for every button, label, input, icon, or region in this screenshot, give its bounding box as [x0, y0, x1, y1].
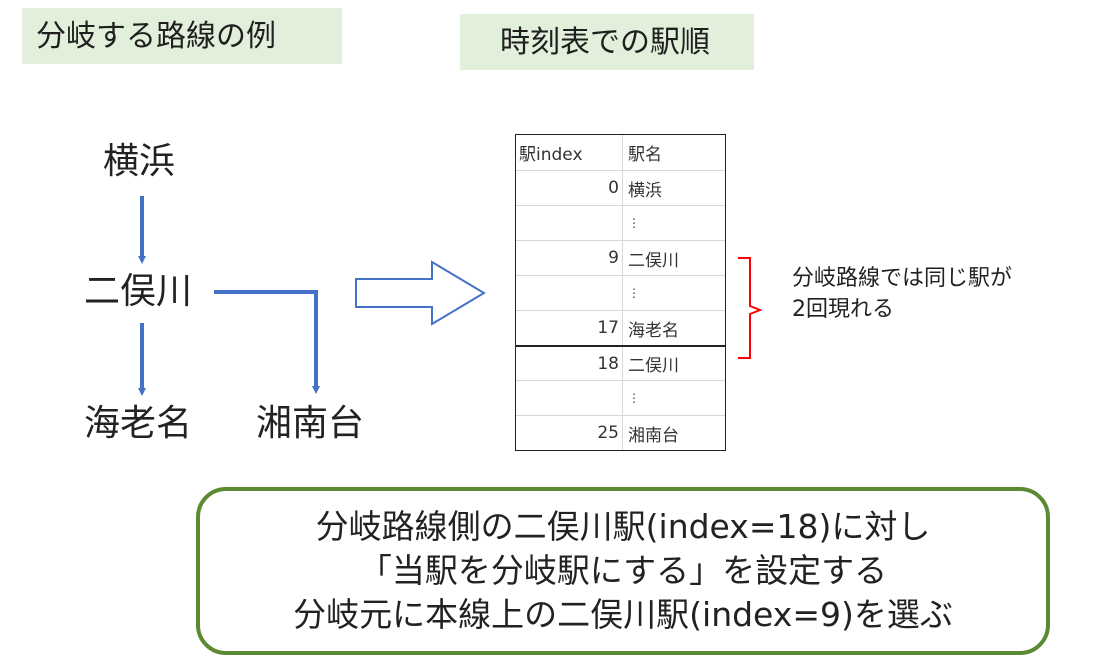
table-row: 9 二俣川 [516, 240, 725, 275]
table-row: 18 二俣川 [516, 345, 725, 380]
cell-index: 25 [516, 416, 623, 450]
instruction-line-2: 「当駅を分岐駅にする」を設定する [358, 551, 888, 591]
cell-index [516, 206, 623, 240]
cell-index: 18 [516, 347, 623, 380]
cell-name: 二俣川 [628, 356, 679, 376]
branch-line-to-shonandai [214, 290, 320, 394]
cell-name-ellipsis: ⋮ [628, 216, 640, 230]
cell-name-ellipsis: ⋮ [628, 286, 640, 300]
header-station-index: 駅index [516, 135, 623, 170]
table-row: ⋮ [516, 205, 725, 240]
table-row: 17 海老名 [516, 310, 725, 345]
cell-name: 二俣川 [628, 250, 679, 271]
header-station-name: 駅名 [628, 145, 662, 165]
annotation-note: 分岐路線では同じ駅が 2回現れる [792, 264, 1012, 326]
red-bracket [738, 257, 763, 359]
instruction-box: 分岐路線側の二俣川駅(index=18)に対し 「当駅を分岐駅にする」を設定する… [196, 487, 1050, 655]
table-row: ⋮ [516, 275, 725, 310]
station-order-table: 駅index 駅名 0 横浜 ⋮ 9 二俣川 ⋮ 17 海老名 18 二俣川 ⋮… [515, 134, 726, 451]
cell-name: 海老名 [628, 320, 679, 341]
block-arrow-right [355, 260, 486, 326]
cell-index: 9 [516, 241, 623, 275]
table-header-row: 駅index 駅名 [516, 135, 725, 170]
cell-index [516, 381, 623, 415]
cell-name: 湘南台 [628, 425, 679, 446]
table-row: 25 湘南台 [516, 415, 725, 450]
cell-index: 0 [516, 171, 623, 205]
instruction-line-3: 分岐元に本線上の二俣川駅(index=9)を選ぶ [293, 594, 953, 634]
table-row: 0 横浜 [516, 170, 725, 205]
cell-index [516, 276, 623, 310]
note-line-1: 分岐路線では同じ駅が [792, 266, 1013, 291]
cell-index: 17 [516, 311, 623, 345]
cell-name-ellipsis: ⋮ [628, 391, 640, 405]
table-row: ⋮ [516, 380, 725, 415]
note-line-2: 2回現れる [792, 296, 894, 322]
instruction-line-1: 分岐路線側の二俣川駅(index=18)に対し [315, 507, 931, 547]
cell-name: 横浜 [628, 180, 662, 201]
